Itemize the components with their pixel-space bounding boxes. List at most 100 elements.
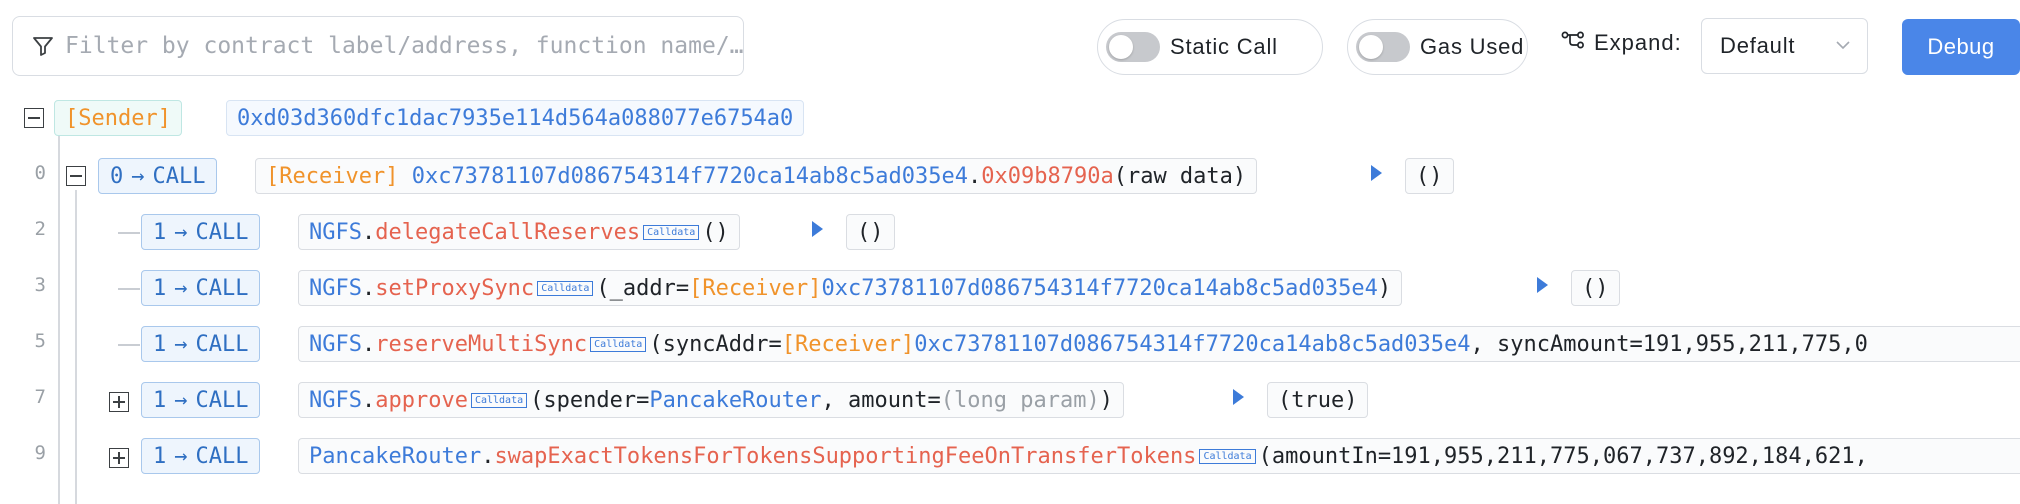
- sender-label: [Sender]: [54, 100, 182, 136]
- call-type: CALL: [195, 387, 249, 413]
- gas-used-toggle[interactable]: [1356, 32, 1410, 62]
- arg-receiver-label: [Receiver]: [781, 331, 915, 357]
- arg-contract[interactable]: PancakeRouter: [649, 388, 821, 413]
- arg-address[interactable]: 0xc73781107d086754314f7720ca14ab8c5ad035…: [822, 276, 1378, 301]
- contract-name[interactable]: PancakeRouter: [309, 444, 481, 469]
- contract-name[interactable]: NGFS: [309, 388, 362, 413]
- expand-select[interactable]: Default: [1701, 18, 1868, 74]
- args-open: (syncAddr=: [649, 331, 782, 357]
- arrow-right-icon: →: [174, 443, 188, 469]
- play-icon[interactable]: [1233, 389, 1244, 405]
- call-type-badge[interactable]: 0 → CALL: [98, 158, 218, 194]
- arrow-right-icon: →: [174, 219, 188, 245]
- args-mid: , amount=: [821, 387, 941, 413]
- call-depth: 1: [153, 331, 167, 357]
- function-name: delegateCallReserves: [375, 219, 641, 245]
- call-signature[interactable]: NGFS. setProxySync Calldata (_addr= [Receive…: [298, 270, 1403, 306]
- sender-address[interactable]: 0xd03d360dfc1dac7935e114d564a088077e6754…: [226, 100, 805, 136]
- debug-button[interactable]: Debug: [1902, 19, 2020, 75]
- play-icon[interactable]: [1537, 277, 1548, 293]
- args-close: ): [1099, 387, 1113, 413]
- call-type: CALL: [195, 275, 249, 301]
- calldata-badge[interactable]: Calldata: [537, 280, 594, 296]
- call-type-badge[interactable]: 1 → CALL: [141, 438, 261, 474]
- calldata-badge[interactable]: Calldata: [470, 392, 528, 408]
- line-number: 9: [34, 442, 46, 464]
- call-type-badge[interactable]: 1 → CALL: [141, 326, 261, 362]
- receiver-label: [Receiver]: [266, 163, 399, 189]
- expand-toggle[interactable]: [109, 392, 129, 412]
- arrow-right-icon: →: [174, 387, 188, 413]
- tree-guide-line: [75, 190, 77, 504]
- call-args: (raw data): [1113, 163, 1247, 189]
- call-signature[interactable]: NGFS. delegateCallReserves Calldata(): [298, 214, 740, 250]
- filter-icon: [33, 37, 53, 56]
- dot: .: [361, 387, 376, 413]
- play-icon[interactable]: [812, 221, 823, 237]
- call-depth: 1: [153, 387, 167, 413]
- call-type-badge[interactable]: 1 → CALL: [141, 214, 261, 250]
- line-number: 7: [34, 386, 46, 408]
- call-signature[interactable]: NGFS. approve Calldata (spender= PancakeRout…: [298, 382, 1124, 418]
- call-result: (): [1571, 270, 1620, 306]
- arrow-right-icon: →: [174, 331, 188, 357]
- expand-label-group: Expand:: [1560, 30, 1682, 56]
- call-depth: 0: [110, 163, 124, 189]
- arg-address[interactable]: 0xc73781107d086754314f7720ca14ab8c5ad035…: [914, 332, 1470, 357]
- expand-toggle[interactable]: [109, 448, 129, 468]
- args-open: (amountIn=191,955,211,775,067,737,892,18…: [1258, 443, 1868, 469]
- static-call-toggle[interactable]: [1106, 32, 1160, 62]
- gas-used-label: Gas Used: [1420, 34, 1525, 59]
- filter-search-box[interactable]: [12, 16, 744, 76]
- dot: .: [968, 163, 982, 189]
- tree-branch-line: [118, 344, 140, 346]
- expand-label: Expand:: [1594, 30, 1682, 55]
- line-number: 2: [34, 218, 46, 240]
- contract-name[interactable]: NGFS: [309, 276, 362, 301]
- call-type: CALL: [195, 219, 249, 245]
- filter-input[interactable]: [65, 33, 743, 59]
- call-type-badge[interactable]: 1 → CALL: [141, 270, 261, 306]
- args-close: ): [1377, 275, 1392, 301]
- call-depth: 1: [153, 443, 167, 469]
- dot: .: [361, 331, 376, 357]
- collapse-toggle[interactable]: [66, 166, 86, 186]
- function-name: reserveMultiSync: [375, 331, 588, 357]
- contract-name[interactable]: NGFS: [309, 220, 362, 245]
- call-result: (true): [1267, 382, 1369, 418]
- arg-long-param[interactable]: (long param): [941, 388, 1100, 413]
- collapse-toggle-sender[interactable]: [24, 108, 44, 128]
- dot: .: [361, 275, 376, 301]
- call-signature[interactable]: NGFS. reserveMultiSync Calldata (syncAddr=[…: [298, 326, 2020, 362]
- expand-select-value: Default: [1720, 33, 1796, 58]
- function-name: swapExactTokensForTokensSupportingFeeOnT…: [494, 443, 1197, 469]
- args-open: (spender=: [530, 387, 650, 413]
- tree-branch-line: [118, 288, 140, 290]
- function-selector: 0x09b8790a: [981, 163, 1114, 189]
- tree-guide-line: [58, 124, 60, 504]
- contract-address[interactable]: 0xc73781107d086754314f7720ca14ab8c5ad035…: [412, 164, 968, 189]
- gas-used-toggle-group[interactable]: Gas Used: [1347, 19, 1528, 75]
- calldata-badge[interactable]: Calldata: [1199, 448, 1256, 464]
- line-number: 0: [34, 162, 46, 184]
- function-name: setProxySync: [375, 275, 535, 301]
- arrow-right-icon: →: [174, 275, 188, 301]
- call-result: (): [1405, 158, 1454, 194]
- call-signature[interactable]: PancakeRouter. swapExactTokensForTokensSu…: [298, 438, 2020, 474]
- line-number: 3: [34, 274, 46, 296]
- calldata-badge[interactable]: Calldata: [643, 224, 700, 240]
- call-args: (): [702, 219, 729, 245]
- dot: .: [361, 219, 376, 245]
- contract-name[interactable]: NGFS: [309, 332, 362, 357]
- play-icon[interactable]: [1371, 165, 1382, 181]
- static-call-toggle-group[interactable]: Static Call: [1097, 19, 1323, 75]
- call-result: (): [846, 214, 895, 250]
- tree-branch-line: [118, 232, 140, 234]
- calldata-badge[interactable]: Calldata: [590, 336, 647, 352]
- call-depth: 1: [153, 219, 167, 245]
- call-depth: 1: [153, 275, 167, 301]
- function-name: approve: [375, 387, 468, 413]
- call-signature[interactable]: [Receiver] 0xc73781107d086754314f7720ca1…: [255, 158, 1258, 194]
- call-type-badge[interactable]: 1 → CALL: [141, 382, 261, 418]
- static-call-label: Static Call: [1170, 34, 1278, 59]
